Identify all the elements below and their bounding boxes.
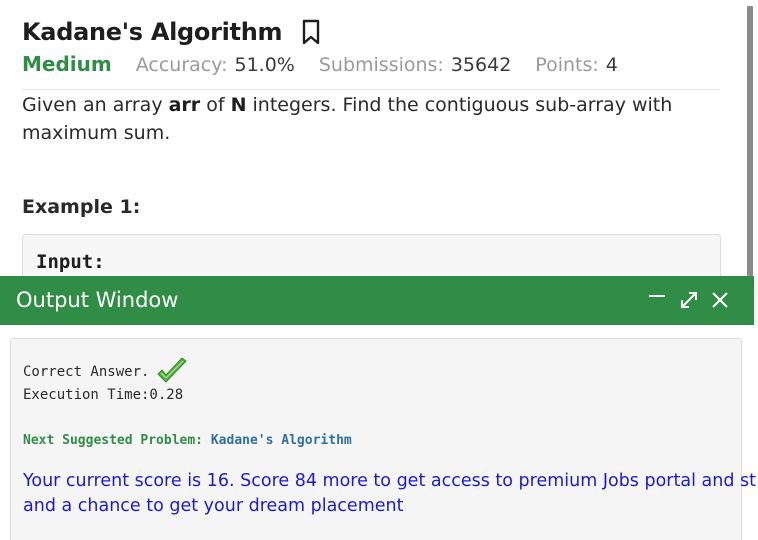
- output-window-title: Output Window: [16, 288, 179, 312]
- statement-bold-n: N: [230, 94, 247, 116]
- problem-title: Kadane's Algorithm: [22, 18, 283, 46]
- problem-meta: Medium Accuracy: 51.0% Submissions: 3564…: [22, 52, 618, 76]
- accuracy-value: 51.0%: [234, 54, 295, 76]
- points-value: 4: [605, 54, 618, 76]
- submissions-value: 35642: [450, 54, 512, 76]
- example-title: Example 1:: [22, 196, 141, 218]
- checkmark-icon: [155, 357, 189, 387]
- output-header: Output Window: [0, 276, 754, 325]
- difficulty-badge: Medium: [22, 52, 112, 76]
- statement-text: of: [200, 94, 231, 116]
- title-row: Kadane's Algorithm: [22, 18, 322, 46]
- output-body: Correct Answer. Execution Time:0.28 Next…: [10, 338, 756, 540]
- example-input-label: Input:: [36, 251, 105, 273]
- statement-text: Given an array: [22, 94, 169, 116]
- header-divider: [22, 89, 720, 90]
- close-icon[interactable]: [708, 288, 732, 312]
- submissions-label: Submissions:: [318, 54, 444, 76]
- points-label: Points:: [535, 54, 599, 76]
- scrollbar-thumb[interactable]: [747, 6, 753, 276]
- output-window: Output Window Correct Answer. Execution …: [0, 276, 756, 540]
- execution-time: Execution Time:0.28: [23, 387, 184, 403]
- accuracy-label: Accuracy:: [135, 54, 228, 76]
- correct-answer-row: Correct Answer.: [23, 357, 189, 387]
- problem-statement: Given an array arr of N integers. Find t…: [22, 91, 722, 147]
- statement-bold-arr: arr: [168, 94, 201, 116]
- next-suggested-problem: Next Suggested Problem: Kadane's Algorit…: [23, 433, 352, 448]
- score-message-line: Your current score is 16. Score 84 more …: [23, 471, 756, 491]
- score-message-line: and a chance to get your dream placement: [23, 496, 404, 516]
- next-suggested-label: Next Suggested Problem:: [23, 433, 204, 448]
- correct-answer-text: Correct Answer.: [23, 364, 150, 380]
- minimize-icon[interactable]: [645, 288, 669, 312]
- next-problem-link[interactable]: Kadane's Algorithm: [211, 433, 352, 448]
- bookmark-icon[interactable]: [300, 19, 322, 45]
- score-message: Your current score is 16. Score 84 more …: [23, 469, 756, 519]
- expand-icon[interactable]: [677, 288, 701, 312]
